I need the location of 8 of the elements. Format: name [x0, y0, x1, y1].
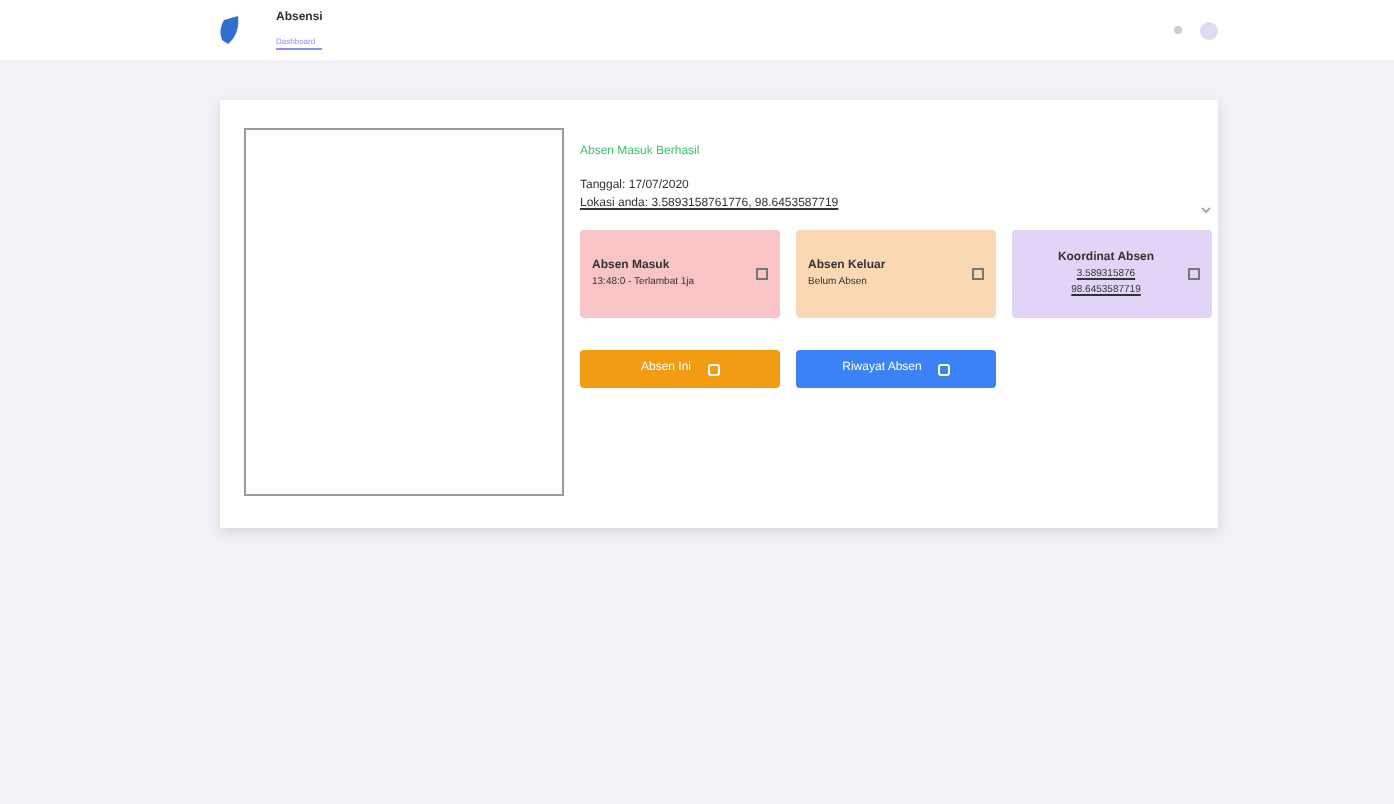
button-icon [707, 363, 720, 375]
card-icon [972, 268, 984, 280]
logo-icon [216, 14, 244, 46]
chevron-icon[interactable] [1200, 206, 1212, 214]
card-icon [1188, 268, 1200, 280]
avatar-icon[interactable] [1200, 21, 1218, 39]
button-icon [937, 363, 950, 375]
card-icon [756, 268, 768, 280]
